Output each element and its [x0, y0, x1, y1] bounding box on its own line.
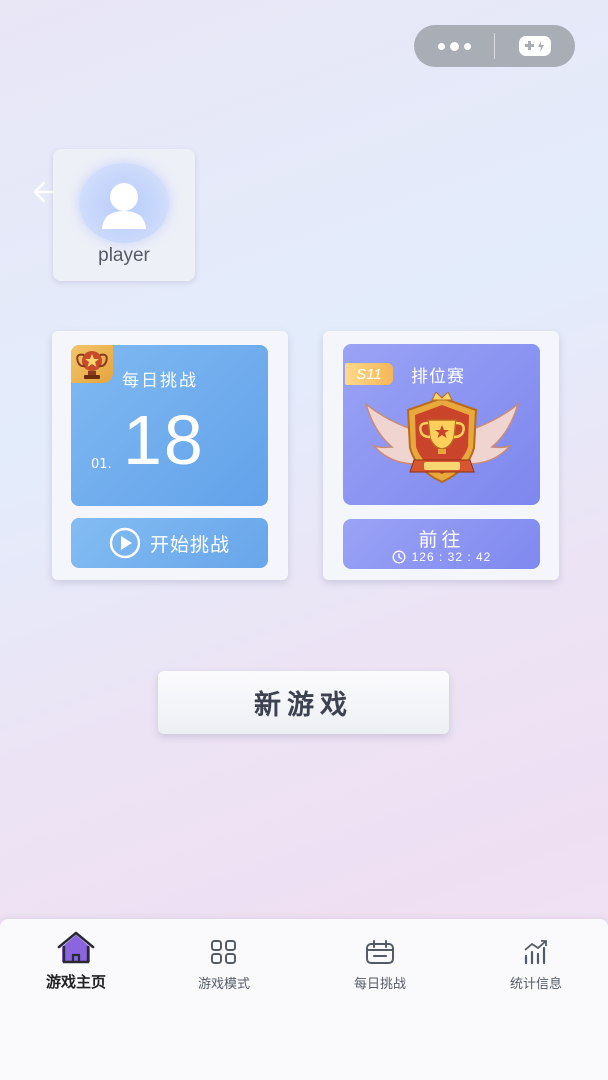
mini-program-capsule: [414, 25, 575, 67]
tab-daily-challenge[interactable]: 每日挑战: [304, 931, 456, 1003]
daily-challenge-panel[interactable]: 每日挑战 01. 18: [71, 345, 268, 506]
goto-ranked-button[interactable]: 前往 126 : 32 : 42: [343, 519, 540, 569]
daily-challenge-card: 每日挑战 01. 18 开始挑战: [52, 331, 288, 580]
start-challenge-button[interactable]: 开始挑战: [71, 518, 268, 568]
avatar: [79, 163, 169, 243]
default-avatar-icon: [102, 183, 146, 229]
tab-game-mode[interactable]: 游戏模式: [148, 931, 300, 1003]
timer-icon: [392, 550, 406, 564]
bottom-tab-bar: 游戏主页 游戏模式 每日挑战 统计信息: [0, 919, 608, 1080]
more-button[interactable]: [414, 25, 494, 67]
ranked-panel[interactable]: S11 排位赛: [343, 344, 540, 505]
tab-daily-challenge-label: 每日挑战: [353, 977, 406, 992]
countdown-text: 126 : 32 : 42: [411, 550, 492, 564]
trophy-badge-icon: [76, 351, 108, 379]
play-circle-icon: [109, 527, 141, 559]
daily-challenge-title: 每日挑战: [122, 371, 198, 391]
new-game-button[interactable]: 新游戏: [158, 671, 449, 734]
ranked-card: S11 排位赛 前往 126: 32: 42: [323, 331, 559, 580]
stats-chart-icon: [524, 940, 547, 965]
ranked-title: 排位赛: [411, 367, 465, 387]
gamepad-icon: [519, 36, 551, 56]
gold-trophy-emblem-icon: [364, 392, 520, 484]
grid-icon: [211, 940, 236, 964]
tab-home-label: 游戏主页: [45, 973, 106, 991]
tab-statistics[interactable]: 统计信息: [460, 931, 608, 1003]
game-center-button[interactable]: [495, 25, 575, 67]
daily-challenge-month: 01.: [91, 457, 112, 472]
tab-statistics-label: 统计信息: [509, 977, 562, 992]
start-challenge-label: 开始挑战: [149, 533, 230, 556]
goto-label: 前往: [418, 529, 465, 551]
daily-challenge-day: 18: [123, 401, 205, 479]
more-dots-icon: [437, 41, 471, 51]
tab-home[interactable]: 游戏主页: [0, 931, 152, 1003]
calendar-icon: [366, 940, 394, 964]
player-name: player: [98, 245, 150, 266]
home-icon: [57, 931, 95, 964]
trophy-badge: [71, 345, 113, 383]
season-tag: S11: [345, 363, 393, 385]
ranked-countdown: 126 : 32 : 42: [343, 550, 540, 564]
tab-game-mode-label: 游戏模式: [197, 977, 250, 992]
